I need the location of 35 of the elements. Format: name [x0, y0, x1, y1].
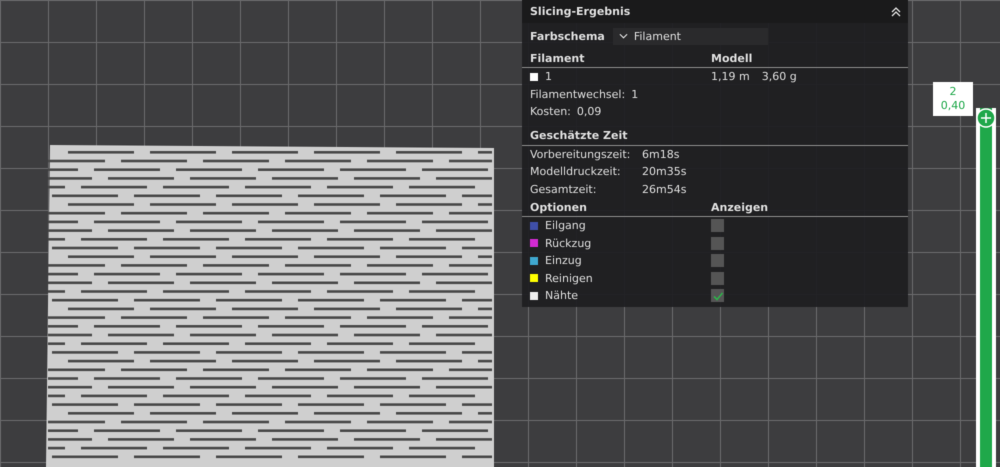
- time-value: 20m35s: [642, 165, 686, 178]
- chevron-down-icon: [618, 33, 628, 39]
- option-label: Rückzug: [545, 236, 592, 250]
- show-checkbox[interactable]: [711, 272, 724, 285]
- stat-value: 1: [631, 88, 638, 101]
- time-label: Modelldruckzeit:: [530, 165, 622, 178]
- stat-label: Filamentwechsel:: [530, 88, 626, 101]
- section-title: Geschätzte Zeit: [530, 129, 628, 142]
- color-scheme-label: Farbschema: [530, 30, 605, 42]
- show-checkbox[interactable]: [711, 219, 724, 232]
- time-value: 26m54s: [642, 182, 686, 196]
- panel-title: Slicing-Ergebnis: [530, 5, 630, 18]
- column-header: Filament: [530, 52, 586, 64]
- show-checkbox[interactable]: [711, 236, 724, 250]
- slider-handle-plus-icon[interactable]: [976, 108, 996, 128]
- column-header: Modell: [711, 52, 752, 64]
- option-label: Reinigen: [545, 272, 593, 285]
- show-checkbox[interactable]: [711, 254, 724, 268]
- time-value: 6m18s: [642, 148, 680, 161]
- stat-value: 0,09: [576, 105, 602, 118]
- collapse-icon[interactable]: [890, 6, 902, 18]
- filament-weight: 3,60 g: [762, 70, 797, 84]
- filament-length: 1,19 m: [711, 70, 750, 84]
- show-checkbox[interactable]: [711, 289, 724, 302]
- stat-label: Kosten:: [530, 105, 571, 118]
- layer-tooltip: 2 0,40: [933, 82, 973, 116]
- column-header: Anzeigen: [711, 200, 768, 214]
- option-label: Eilgang: [545, 219, 586, 232]
- time-label: Gesamtzeit:: [530, 182, 598, 196]
- color-scheme-dropdown[interactable]: Filament: [612, 28, 768, 44]
- option-label: Einzug: [545, 254, 582, 268]
- column-header: Optionen: [530, 200, 588, 214]
- filament-name: 1: [545, 70, 552, 84]
- option-label: Nähte: [545, 289, 578, 302]
- time-label: Vorbereitungszeit:: [530, 148, 632, 161]
